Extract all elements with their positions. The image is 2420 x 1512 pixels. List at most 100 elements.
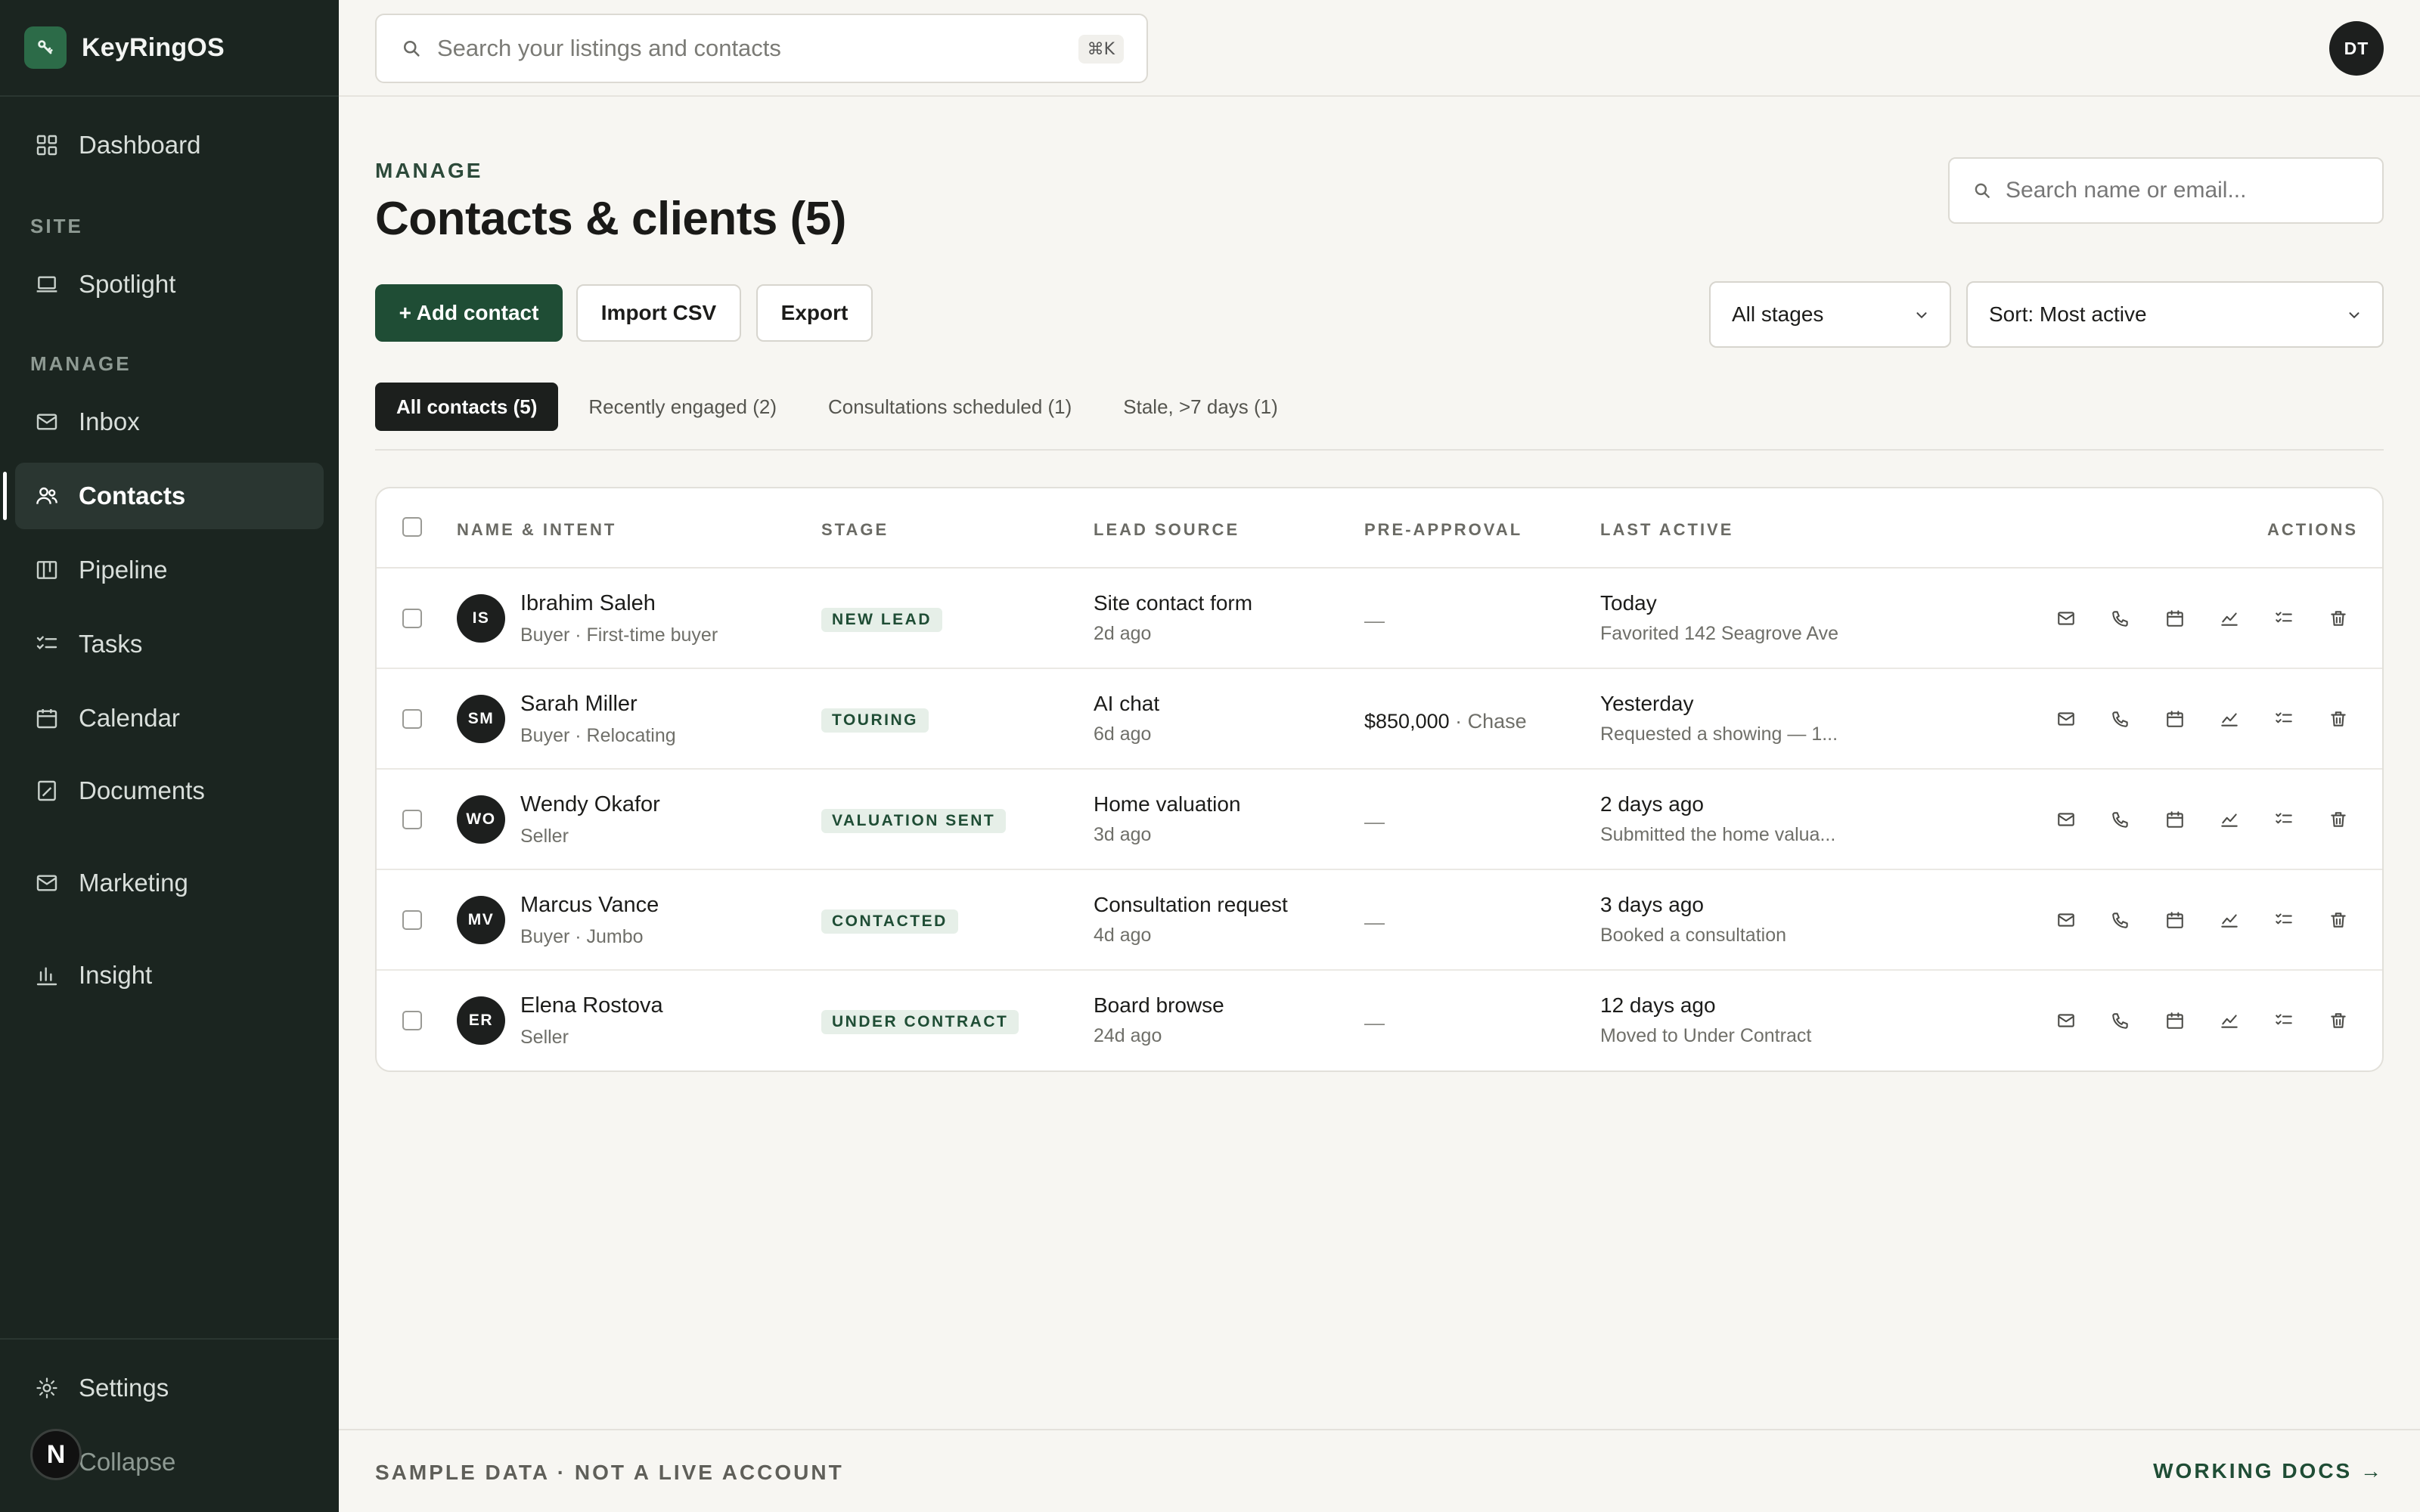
calendar-icon <box>2165 709 2185 729</box>
avatar: IS <box>457 594 505 643</box>
sidebar-item-dashboard[interactable]: Dashboard <box>15 112 324 178</box>
global-search[interactable]: ⌘K <box>375 14 1148 83</box>
table-row[interactable]: ER Elena Rostova Seller UNDER CONTRACT Board… <box>377 971 2382 1070</box>
sidebar-item-label: Pipeline <box>79 556 168 584</box>
schedule-button[interactable] <box>2160 804 2190 835</box>
table-row[interactable]: MV Marcus Vance Buyer · Jumbo CONTACTED Cons… <box>377 870 2382 971</box>
contact-name[interactable]: Elena Rostova <box>520 993 663 1018</box>
add-task-button[interactable] <box>2269 603 2299 634</box>
delete-contact-button[interactable] <box>2323 1005 2353 1036</box>
contact-name[interactable]: Marcus Vance <box>520 893 659 918</box>
sort-select[interactable]: Sort: Most active <box>1966 281 2384 348</box>
sidebar-item-label: Inbox <box>79 407 140 435</box>
sidebar-item-documents[interactable]: Documents <box>15 758 324 824</box>
add-task-button[interactable] <box>2269 905 2299 935</box>
contact-name[interactable]: Ibrahim Saleh <box>520 591 656 616</box>
schedule-button[interactable] <box>2160 603 2190 634</box>
divider <box>375 449 2384 451</box>
add-contact-button[interactable]: + Add contact <box>375 284 563 342</box>
add-task-button[interactable] <box>2269 1005 2299 1036</box>
activity-button[interactable] <box>2214 603 2245 634</box>
email-contact-button[interactable] <box>2051 603 2081 634</box>
n-logo-badge[interactable]: N <box>30 1429 82 1480</box>
export-button[interactable]: Export <box>756 284 873 342</box>
trend-line-icon <box>2220 709 2239 729</box>
tab-consultations-scheduled[interactable]: Consultations scheduled (1) <box>807 383 1093 431</box>
delete-contact-button[interactable] <box>2323 905 2353 935</box>
call-contact-button[interactable] <box>2105 1005 2136 1036</box>
activity-button[interactable] <box>2214 1005 2245 1036</box>
activity-button[interactable] <box>2214 704 2245 734</box>
add-task-button[interactable] <box>2269 804 2299 835</box>
add-task-button[interactable] <box>2269 704 2299 734</box>
sidebar-item-label: Tasks <box>79 630 143 658</box>
avatar: WO <box>457 795 505 844</box>
lead-source: AI chat <box>1094 692 1160 715</box>
import-csv-button[interactable]: Import CSV <box>576 284 741 342</box>
section-label-site: SITE <box>30 215 83 237</box>
brand[interactable]: KeyRingOS <box>0 0 339 97</box>
page-eyebrow: MANAGE <box>375 159 483 182</box>
sidebar-item-settings[interactable]: Settings <box>15 1355 324 1421</box>
activity-button[interactable] <box>2214 804 2245 835</box>
sidebar-item-contacts[interactable]: Contacts <box>15 463 324 529</box>
sidebar-item-inbox[interactable]: Inbox <box>15 389 324 455</box>
sidebar-item-insight[interactable]: Insight <box>15 942 324 1009</box>
email-contact-button[interactable] <box>2051 905 2081 935</box>
tab-all-contacts[interactable]: All contacts (5) <box>375 383 559 431</box>
contacts-table: NAME & INTENT STAGE LEAD SOURCE PRE-APPR… <box>375 487 2384 1072</box>
sidebar-item-label: Calendar <box>79 704 180 732</box>
call-contact-button[interactable] <box>2105 905 2136 935</box>
trash-icon <box>2328 810 2348 829</box>
sidebar-item-label: Insight <box>79 961 153 989</box>
row-actions <box>2027 804 2353 835</box>
sidebar-item-marketing[interactable]: Marketing <box>15 850 324 916</box>
contact-search-input[interactable] <box>2006 178 2369 203</box>
email-contact-button[interactable] <box>2051 704 2081 734</box>
row-checkbox[interactable] <box>402 609 422 628</box>
key-icon <box>24 26 67 69</box>
table-row[interactable]: WO Wendy Okafor Seller VALUATION SENT Home v… <box>377 770 2382 870</box>
main-content: MANAGE Contacts & clients (5) + Add cont… <box>339 97 2420 1429</box>
search-icon <box>1972 181 1992 200</box>
sidebar-item-pipeline[interactable]: Pipeline <box>15 537 324 603</box>
schedule-button[interactable] <box>2160 905 2190 935</box>
row-checkbox[interactable] <box>402 1011 422 1030</box>
contact-intent: Seller <box>520 1027 569 1048</box>
call-contact-button[interactable] <box>2105 804 2136 835</box>
contact-name[interactable]: Wendy Okafor <box>520 792 660 817</box>
select-all-checkbox[interactable] <box>402 517 422 537</box>
delete-contact-button[interactable] <box>2323 804 2353 835</box>
sidebar-item-spotlight[interactable]: Spotlight <box>15 251 324 318</box>
contact-name[interactable]: Sarah Miller <box>520 692 638 717</box>
sidebar-item-calendar[interactable]: Calendar <box>15 685 324 751</box>
email-contact-button[interactable] <box>2051 1005 2081 1036</box>
lead-source-age: 24d ago <box>1094 1025 1162 1046</box>
delete-contact-button[interactable] <box>2323 603 2353 634</box>
schedule-button[interactable] <box>2160 704 2190 734</box>
tab-stale[interactable]: Stale, >7 days (1) <box>1102 383 1299 431</box>
row-checkbox[interactable] <box>402 910 422 930</box>
call-contact-button[interactable] <box>2105 704 2136 734</box>
mail-icon <box>2056 910 2076 930</box>
email-contact-button[interactable] <box>2051 804 2081 835</box>
tab-recently-engaged[interactable]: Recently engaged (2) <box>567 383 798 431</box>
row-checkbox[interactable] <box>402 709 422 729</box>
activity-button[interactable] <box>2214 905 2245 935</box>
stage-filter-select[interactable]: All stages <box>1709 281 1951 348</box>
global-search-input[interactable] <box>437 35 1057 62</box>
table-row[interactable]: IS Ibrahim Saleh Buyer · First-time buyer N… <box>377 569 2382 669</box>
call-contact-button[interactable] <box>2105 603 2136 634</box>
row-actions <box>2027 1005 2353 1036</box>
table-row[interactable]: SM Sarah Miller Buyer · Relocating TOURING A… <box>377 669 2382 770</box>
contact-search[interactable] <box>1948 157 2384 224</box>
sidebar-item-tasks[interactable]: Tasks <box>15 611 324 677</box>
user-avatar[interactable]: DT <box>2329 21 2384 76</box>
avatar: SM <box>457 695 505 743</box>
schedule-button[interactable] <box>2160 1005 2190 1036</box>
sidebar-item-label: Contacts <box>79 482 186 510</box>
delete-contact-button[interactable] <box>2323 704 2353 734</box>
stage-badge: NEW LEAD <box>821 608 942 632</box>
row-checkbox[interactable] <box>402 810 422 829</box>
working-docs-link[interactable]: WORKING DOCS → <box>2153 1459 2384 1483</box>
